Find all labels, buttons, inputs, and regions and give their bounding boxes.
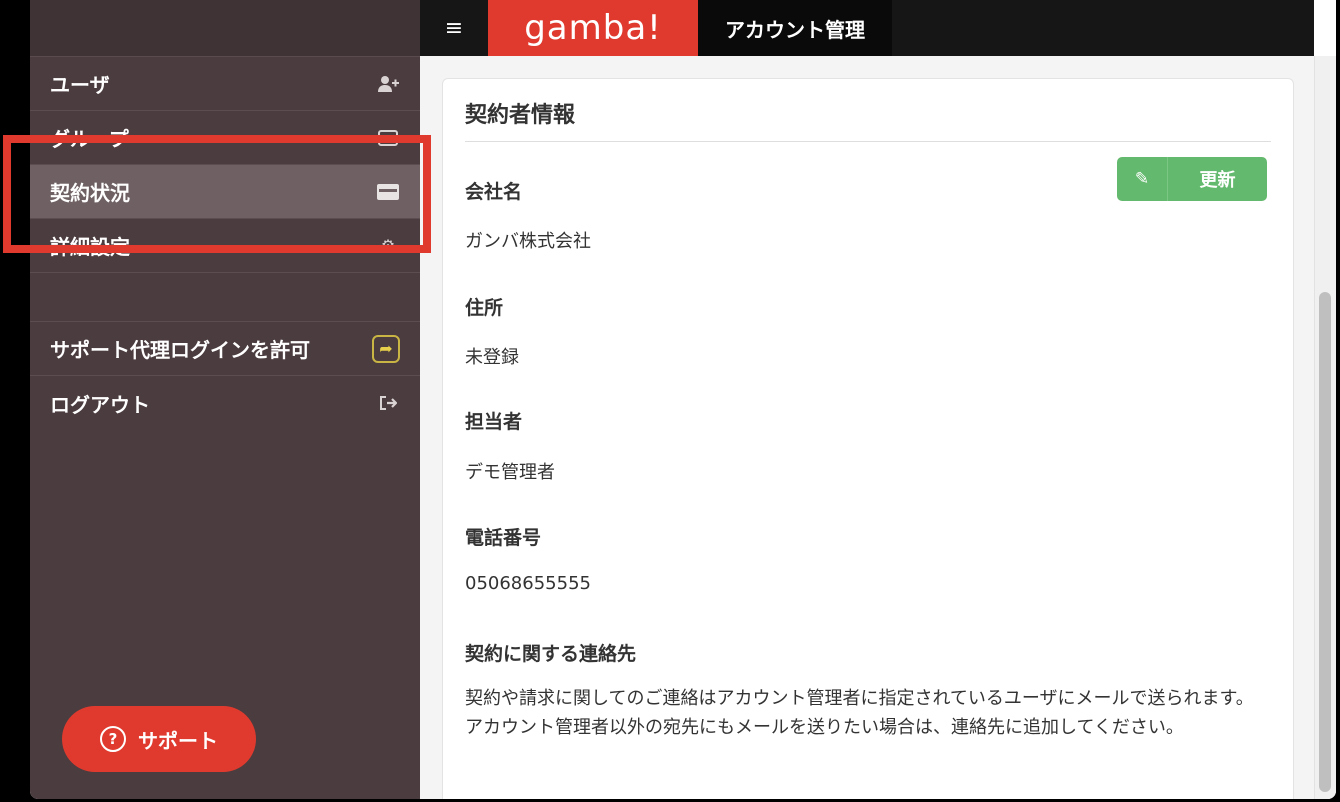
logout-link[interactable]: ログアウト: [30, 376, 420, 430]
question-icon: ?: [100, 726, 126, 752]
hamburger-icon[interactable]: ≡: [420, 0, 488, 56]
top-bar: ≡ gamba! アカウント管理: [420, 0, 1314, 56]
header-spacer: [892, 0, 1314, 56]
sidebar: ユーザ グループ 契約状況 詳細設定 ⚙ サポート代理ログインを許可 ➦ ログア…: [30, 0, 420, 799]
support-login-label: サポート代理ログインを許可: [50, 338, 310, 362]
page-title: アカウント管理: [698, 0, 892, 56]
update-button-label: 更新: [1199, 170, 1236, 191]
phone-value: 05068655555: [465, 573, 591, 594]
support-button[interactable]: ? サポート: [62, 706, 256, 772]
company-value: ガンバ株式会社: [465, 231, 591, 252]
phone-label: 電話番号: [465, 527, 542, 549]
address-label: 住所: [465, 297, 504, 319]
logout-label: ログアウト: [50, 392, 150, 417]
sidebar-top: [30, 0, 420, 57]
sidebar-item-users[interactable]: ユーザ: [30, 57, 420, 111]
contractor-info-card: 契約者情報 ✎ 更新 会社名 ガンバ株式会社 住所 未登録 担当者 デモ管理者 …: [442, 78, 1294, 799]
edit-icon: ✎: [1117, 157, 1168, 201]
section-title: 契約者情報: [465, 97, 1271, 142]
sign-out-icon: [376, 391, 400, 415]
contact-person-label: 担当者: [465, 411, 523, 433]
contract-contact-description: 契約や請求に関してのご連絡はアカウント管理者に指定されているユーザにメールで送ら…: [465, 688, 1254, 738]
share-icon: ➦: [372, 334, 400, 363]
scrollbar[interactable]: [1314, 56, 1336, 799]
company-label: 会社名: [465, 181, 523, 203]
contract-contact-label: 契約に関する連絡先: [465, 643, 637, 665]
add-user-icon: [376, 72, 400, 96]
logo[interactable]: gamba!: [488, 0, 698, 56]
highlight-box: [3, 135, 431, 253]
address-value: 未登録: [465, 347, 519, 368]
support-button-label: サポート: [138, 728, 218, 753]
update-button[interactable]: ✎ 更新: [1117, 157, 1267, 201]
main-content: 契約者情報 ✎ 更新 会社名 ガンバ株式会社 住所 未登録 担当者 デモ管理者 …: [420, 56, 1314, 799]
sidebar-item-label: ユーザ: [50, 73, 110, 97]
sidebar-spacer: [30, 273, 420, 322]
scrollbar-thumb[interactable]: [1319, 292, 1331, 792]
contact-person-value: デモ管理者: [465, 462, 555, 483]
support-login-toggle[interactable]: サポート代理ログインを許可 ➦: [30, 322, 420, 376]
app-window: ユーザ グループ 契約状況 詳細設定 ⚙ サポート代理ログインを許可 ➦ ログア…: [30, 0, 1336, 799]
